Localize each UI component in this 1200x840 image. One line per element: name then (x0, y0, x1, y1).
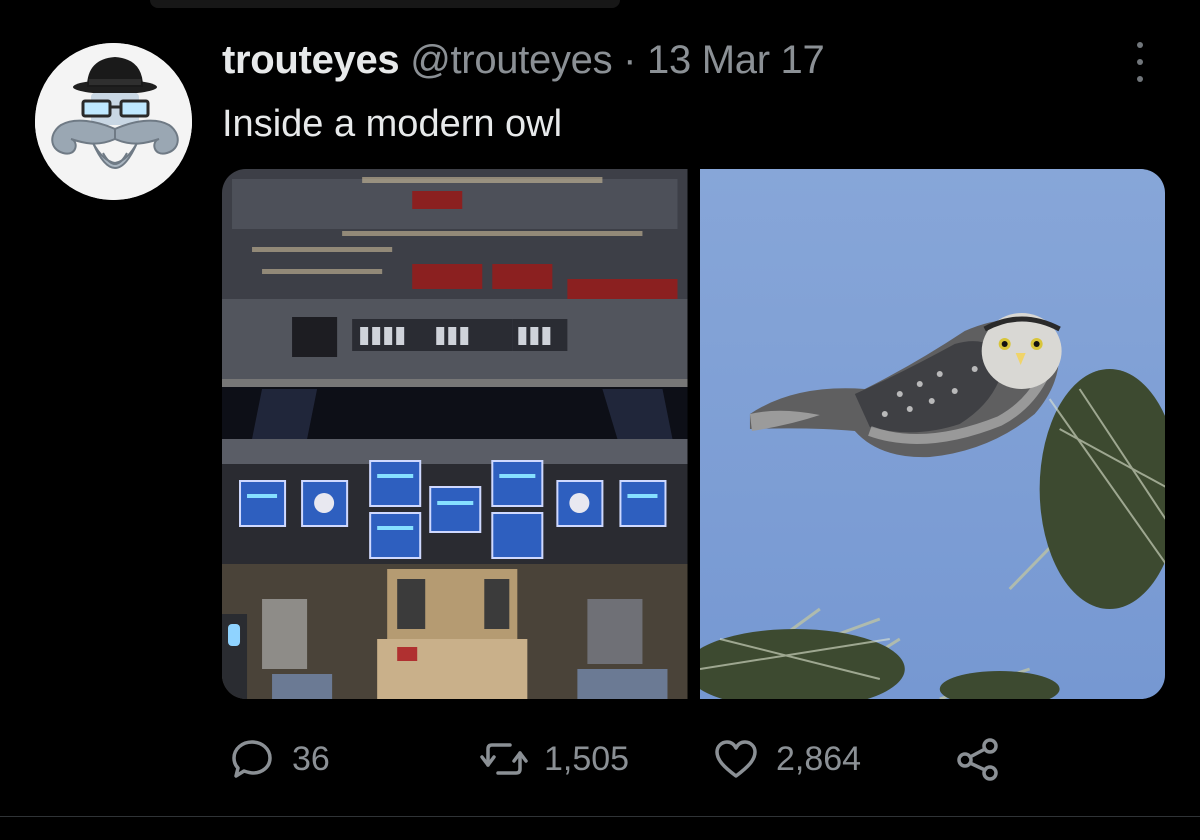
retweet-button[interactable]: 1,505 (480, 734, 629, 784)
tweet-actions: 36 1,505 2,864 (0, 734, 1200, 784)
reply-count: 36 (292, 739, 330, 778)
share-button[interactable] (954, 734, 1002, 784)
tweet-divider (0, 816, 1200, 817)
display-name[interactable]: trouteyes (222, 38, 400, 82)
header-separator: · (623, 38, 637, 82)
more-dot (1137, 76, 1143, 82)
owl-illustration (699, 169, 1165, 699)
more-dot (1137, 59, 1143, 65)
tweet-header: trouteyes @trouteyes · 13 Mar 17 (222, 34, 825, 86)
tweet-text: Inside a modern owl (222, 103, 563, 145)
avatar[interactable] (35, 43, 192, 200)
cockpit-illustration (222, 169, 688, 699)
user-handle[interactable]: @trouteyes (410, 38, 612, 82)
tweet-date[interactable]: 13 Mar 17 (647, 38, 825, 82)
previous-tweet-edge (150, 0, 620, 8)
reply-button[interactable]: 36 (228, 734, 330, 784)
share-nodes-icon (957, 738, 998, 781)
avatar-illustration (35, 43, 192, 200)
owl-photo[interactable] (699, 169, 1165, 699)
retweet-count: 1,505 (544, 739, 630, 778)
like-count: 2,864 (776, 739, 862, 778)
heart-icon (715, 740, 757, 778)
like-button[interactable]: 2,864 (712, 734, 861, 784)
more-vertical-dots-icon[interactable] (1128, 42, 1152, 82)
cockpit-photo[interactable] (222, 169, 688, 699)
media-grid (222, 169, 1165, 699)
more-dot (1137, 42, 1143, 48)
retweet-arrows-icon (480, 743, 528, 775)
reply-bubble-icon (232, 740, 272, 778)
